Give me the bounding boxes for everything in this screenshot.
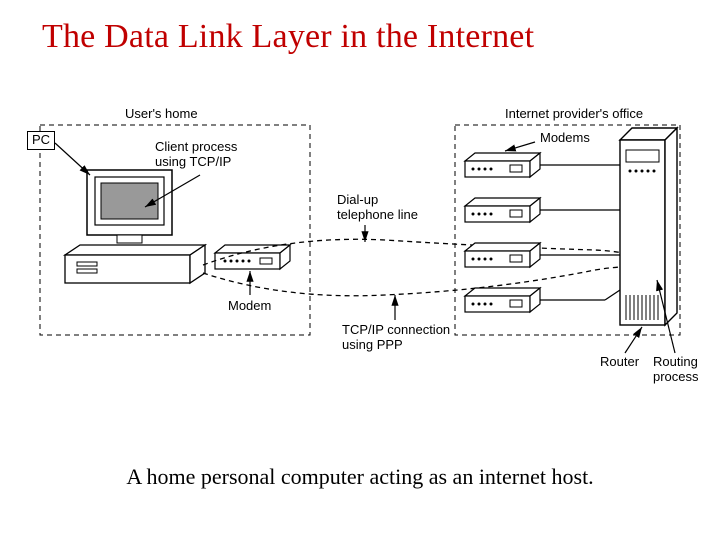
label-modems: Modems xyxy=(540,131,590,146)
label-isp-office: Internet provider's office xyxy=(505,107,643,122)
label-dialup: Dial-up telephone line xyxy=(337,193,418,223)
page-title: The Data Link Layer in the Internet xyxy=(42,18,534,56)
caption: A home personal computer acting as an in… xyxy=(0,464,720,490)
label-client-process: Client process using TCP/IP xyxy=(155,140,237,170)
network-diagram: User's home Internet provider's office P… xyxy=(25,95,695,395)
label-routing-process: Routing process xyxy=(653,355,699,385)
router-icon xyxy=(620,128,677,325)
label-modem-left: Modem xyxy=(228,299,271,314)
label-users-home: User's home xyxy=(125,107,198,122)
home-modem-icon xyxy=(215,245,290,269)
isp-modems-icon xyxy=(465,153,540,312)
label-router: Router xyxy=(600,355,639,370)
label-tcpip-ppp: TCP/IP connection using PPP xyxy=(342,323,450,353)
pc-icon xyxy=(65,170,205,283)
label-pc: PC xyxy=(27,131,55,150)
